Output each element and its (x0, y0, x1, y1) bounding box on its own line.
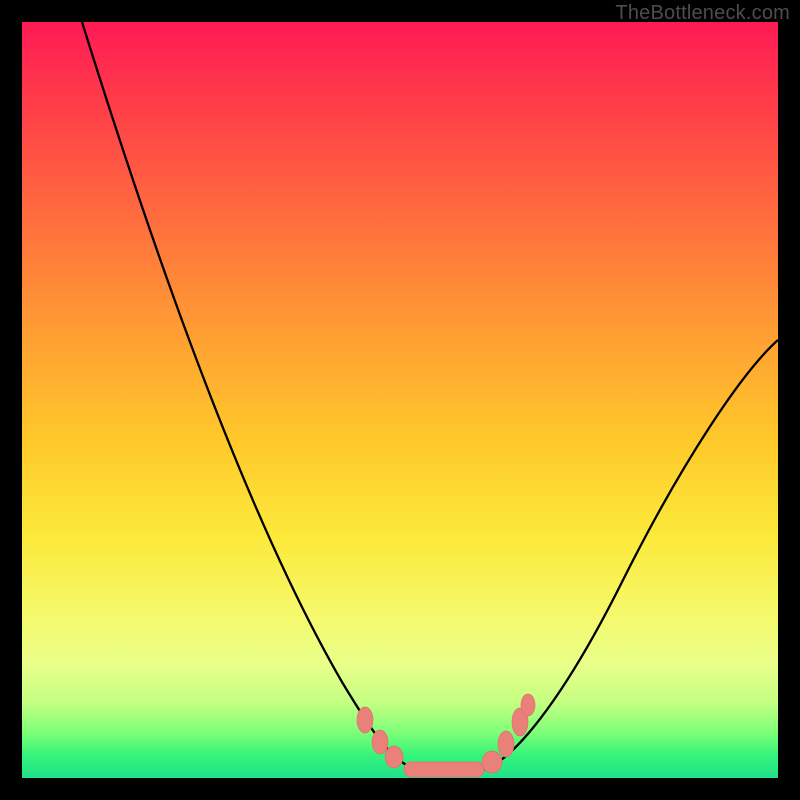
watermark-text: TheBottleneck.com (615, 2, 790, 25)
bottleneck-curve (82, 22, 778, 770)
plot-area (22, 22, 778, 778)
flat-region-markers (357, 694, 535, 777)
curve-layer (22, 22, 778, 778)
chart-frame: TheBottleneck.com (0, 0, 800, 800)
